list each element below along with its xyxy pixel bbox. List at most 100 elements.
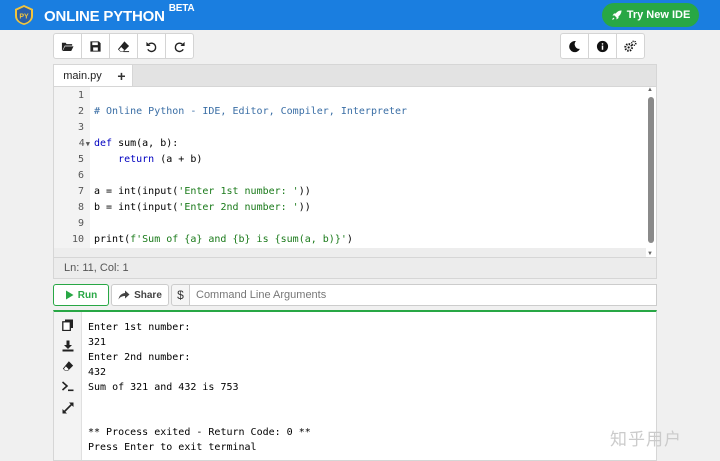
line-number: 6 [78,168,84,184]
try-new-ide-button[interactable]: Try New IDE [602,3,699,27]
eraser-icon[interactable] [62,360,74,372]
run-button[interactable]: Run [53,284,109,306]
code-token: sum(a, b): [112,138,179,149]
code-line[interactable]: print(f'Sum of {a} and {b} is {sum(a, b)… [94,232,353,248]
save-button[interactable] [81,33,110,59]
code-line[interactable]: def sum(a, b): [94,136,178,152]
line-number-text: 2 [77,106,84,117]
watermark: 知乎用户 [610,430,682,450]
terminal-line: 432 [88,367,107,378]
info-button[interactable] [588,33,617,59]
undo-button[interactable] [137,33,166,59]
play-icon [65,290,74,300]
code-token: print( [94,234,131,245]
copy-icon[interactable] [62,319,74,331]
line-number-text: 8 [77,202,84,213]
moon-icon [569,40,580,52]
info-icon [596,40,609,52]
line-number: 8 [78,200,84,216]
output-terminal[interactable]: Enter 1st number: 321 Enter 2nd number: 432… [53,310,657,461]
terminal-line: Enter 2nd number: [88,352,191,363]
expand-icon[interactable] [62,402,74,414]
code-token: ) [346,234,353,245]
code-token: 'Enter 2nd number: ' [178,202,299,213]
code-line[interactable]: # Online Python - IDE, Editor, Compiler,… [94,104,407,120]
terminal-line: ** Process exited - Return Code: 0 ** [88,427,311,438]
line-number: 9 [78,216,84,232]
line-number: 10 [72,232,84,248]
terminal-line: Enter 1st number: [88,322,191,333]
scroll-down-icon[interactable]: ▼ [647,251,653,257]
code-token: (a + b) [154,154,203,165]
terminal-sidebar [54,312,82,460]
brand-title[interactable]: ONLINE PYTHON BETA [44,3,195,25]
tab-main-py[interactable]: main.py [54,65,112,87]
terminal-output: Enter 1st number: 321 Enter 2nd number: 432… [88,320,311,455]
code-line[interactable]: return (a + b) [94,152,202,168]
line-number-text: 10 [71,234,84,245]
code-token: )) [298,202,311,213]
terminal-line: Sum of 321 and 432 is 753 [88,382,239,393]
terminal-line: Press Enter to exit terminal [88,442,257,453]
clear-editor-button[interactable] [109,33,138,59]
line-number-text: 3 [77,122,84,133]
active-line-highlight [54,248,646,257]
svg-text:PY: PY [19,14,29,21]
scroll-up-icon[interactable]: ▲ [647,87,653,93]
code-token: )) [298,186,311,197]
redo-icon [174,41,185,52]
code-line[interactable]: b = int(input('Enter 2nd number: ')) [94,200,311,216]
line-number: 4▼ [79,136,90,152]
download-icon[interactable] [62,340,74,352]
dark-mode-button[interactable] [560,33,589,59]
code-line[interactable]: a = int(input('Enter 1st number: ')) [94,184,311,200]
open-file-button[interactable] [53,33,82,59]
dollar-sign: $ [171,284,190,306]
top-navbar: PY ONLINE PYTHON BETA Try New IDE [0,0,720,30]
run-bar: Run Share $ [53,284,657,306]
code-token: b = int(input( [94,202,179,213]
beta-badge: BETA [168,3,195,14]
file-tabs: main.py + [53,64,657,87]
code-token: # Online Python - IDE, Editor, Compiler,… [94,106,408,117]
line-number-text: 7 [77,186,84,197]
try-new-ide-label: Try New IDE [626,9,691,21]
line-number-text: 1 [77,90,84,101]
editor-scrollbar[interactable]: ▲ ▼ [647,87,654,257]
undo-icon [146,41,157,52]
line-number-text: 9 [77,218,84,229]
editor-toolbar [53,33,194,59]
code-token: return [94,154,155,165]
redo-button[interactable] [165,33,194,59]
code-token: 'Enter 1st number: ' [178,186,299,197]
save-icon [90,40,101,52]
line-number: 3 [78,120,84,136]
terminal-icon[interactable] [62,380,74,392]
scrollbar-thumb[interactable] [648,97,654,243]
settings-button[interactable] [616,33,645,59]
share-label: Share [134,289,162,301]
add-tab-button[interactable]: + [111,65,133,87]
settings-icon [624,39,637,52]
code-token: f'Sum of {a} and {b} is {sum(a, b)}' [130,234,347,245]
line-number-text: 4 [78,138,85,149]
settings-toolbar [560,33,645,59]
command-line-arguments-input[interactable] [190,284,657,306]
line-number: 5 [78,152,84,168]
terminal-line: 321 [88,337,107,348]
fold-toggle-icon[interactable]: ▼ [86,140,90,148]
share-button[interactable]: Share [111,284,169,306]
share-icon [118,290,130,300]
code-token: a = int(input( [94,186,179,197]
run-label: Run [77,289,98,301]
line-number-text: 5 [77,154,84,165]
line-number-text: 6 [77,170,84,181]
python-logo-icon[interactable]: PY [13,4,35,26]
code-token: def [94,138,113,149]
folder-open-icon [61,42,74,51]
line-number: 2 [78,104,84,120]
line-number: 7 [78,184,84,200]
code-editor[interactable]: 1234▼567891011 # Online Python - IDE, Ed… [53,86,657,258]
